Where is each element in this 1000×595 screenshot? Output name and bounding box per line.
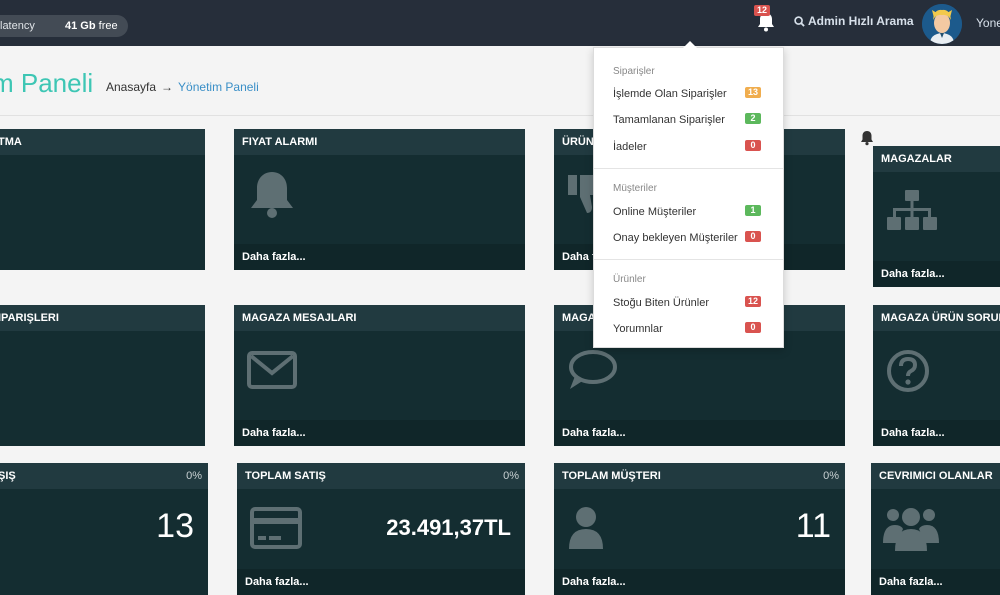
out-of-stock-badge: 12	[745, 296, 761, 307]
more-link[interactable]: Daha fazla...	[234, 244, 525, 270]
card-title: MAGAZA MESAJLARI	[234, 305, 525, 331]
server-status-pill: latency 41 Gb free	[0, 15, 128, 37]
admin-search-link[interactable]: Admin Hızlı Arama	[794, 14, 914, 28]
card-title: ŞIŞ 0%	[0, 463, 208, 489]
returns-badge: 0	[745, 140, 761, 151]
divider	[594, 168, 783, 169]
processing-orders-badge: 13	[745, 87, 761, 98]
completed-orders-badge: 2	[745, 113, 761, 124]
search-icon	[794, 16, 805, 27]
card-title: FIYAT ALARMI	[234, 129, 525, 155]
avatar-image-icon	[922, 4, 962, 44]
breadcrumb: Anasayfa → Yönetim Paneli	[106, 80, 259, 94]
page-header: m Paneli Anasayfa → Yönetim Paneli	[0, 46, 1000, 116]
more-link[interactable]: Daha fazla...	[873, 261, 1000, 287]
card-store-product-questions[interactable]: MAGAZA ÜRÜN SORULA Daha fazla...	[873, 305, 1000, 446]
card-value: 11	[795, 507, 831, 545]
credit-card-icon	[250, 507, 302, 549]
alert-bell-icon	[861, 131, 873, 146]
divider	[594, 259, 783, 260]
card-total-customers[interactable]: TOPLAM MÜŞTERI 0% 11 Daha fazla...	[554, 463, 845, 595]
user-name[interactable]: Yone	[976, 16, 1000, 30]
more-link[interactable]: Daha fazla...	[554, 569, 845, 595]
menu-item-out-of-stock[interactable]: Stoğu Biten Ürünler	[613, 297, 709, 309]
comments-badge: 0	[745, 322, 761, 333]
card-title: MAGAZA ÜRÜN SORULA	[873, 305, 1000, 331]
card-value: 23.491,37TL	[386, 515, 511, 540]
section-products-header: Ürünler	[613, 274, 646, 285]
bell-icon	[251, 172, 293, 218]
disk-free-value: 41 Gb free	[65, 20, 118, 32]
menu-item-comments[interactable]: Yorumnlar	[613, 323, 663, 335]
users-group-icon	[883, 508, 939, 551]
envelope-icon	[247, 351, 297, 389]
sitemap-icon	[887, 190, 937, 230]
question-circle-icon	[887, 350, 929, 392]
card-title: TMA	[0, 129, 205, 155]
card-value: 13	[156, 507, 194, 545]
chat-bubble-icon	[569, 350, 617, 389]
card-title: TOPLAM SATIŞ 0%	[237, 463, 525, 489]
more-link[interactable]: Daha fazla...	[873, 420, 1000, 446]
page-title: m Paneli	[0, 68, 94, 98]
card-title: MAGAZALAR	[873, 146, 1000, 172]
section-customers-header: Müşteriler	[613, 183, 657, 194]
top-navbar: latency 41 Gb free 12 Admin Hızlı Arama …	[0, 0, 1000, 46]
more-link[interactable]: Daha fazla...	[237, 569, 525, 595]
user-avatar[interactable]	[922, 4, 962, 44]
card-price-alarm[interactable]: FIYAT ALARMI Daha fazla...	[234, 129, 525, 270]
notification-count-badge: 12	[754, 5, 771, 16]
menu-item-returns[interactable]: İadeler	[613, 141, 647, 153]
online-customers-badge: 1	[745, 205, 761, 216]
card-title: TOPLAM MÜŞTERI 0%	[554, 463, 845, 489]
card-store-messages[interactable]: MAGAZA MESAJLARI Daha fazla...	[234, 305, 525, 446]
card-stores[interactable]: MAGAZALAR Daha fazla...	[873, 146, 1000, 287]
notifications-dropdown: Siparişler İşlemde Olan Siparişler 13 Ta…	[593, 41, 784, 348]
card-percent: 0%	[186, 470, 202, 482]
card-percent: 0%	[823, 470, 839, 482]
menu-item-processing-orders[interactable]: İşlemde Olan Siparişler	[613, 88, 727, 100]
more-link[interactable]: Daha fazla...	[234, 420, 525, 446]
card-tma[interactable]: TMA	[0, 129, 205, 270]
more-link[interactable]: Daha fazla...	[871, 569, 1000, 595]
breadcrumb-home[interactable]: Anasayfa	[106, 80, 156, 94]
card-online-users[interactable]: CEVRIMICI OLANLAR Daha fazla...	[871, 463, 1000, 595]
latency-label: latency	[0, 20, 35, 32]
card-title: IPARIŞLERI	[0, 305, 205, 331]
breadcrumb-current[interactable]: Yönetim Paneli	[178, 80, 259, 94]
card-sales-count[interactable]: ŞIŞ 0% 13	[0, 463, 208, 595]
section-orders-header: Siparişler	[613, 66, 655, 77]
pending-customers-badge: 0	[745, 231, 761, 242]
menu-item-online-customers[interactable]: Online Müşteriler	[613, 206, 696, 218]
more-link[interactable]: Daha fazla...	[554, 420, 845, 446]
card-percent: 0%	[503, 470, 519, 482]
user-icon	[569, 507, 603, 549]
breadcrumb-separator: →	[161, 80, 174, 94]
card-orders[interactable]: IPARIŞLERI	[0, 305, 205, 446]
card-title: CEVRIMICI OLANLAR	[871, 463, 1000, 489]
search-label: Admin Hızlı Arama	[808, 14, 914, 28]
menu-item-completed-orders[interactable]: Tamamlanan Siparişler	[613, 114, 725, 126]
menu-item-pending-customers[interactable]: Onay bekleyen Müşteriler	[613, 232, 738, 244]
card-total-sales[interactable]: TOPLAM SATIŞ 0% 23.491,37TL Daha fazla...	[237, 463, 525, 595]
